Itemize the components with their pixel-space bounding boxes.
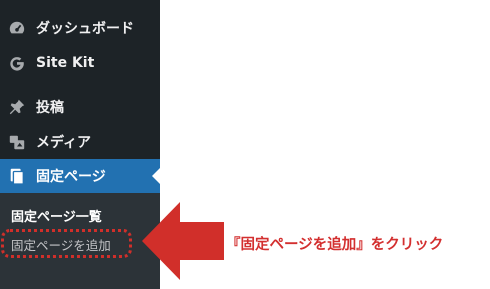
sidebar-item-media[interactable]: メディア — [0, 125, 160, 159]
sidebar-item-posts[interactable]: 投稿 — [0, 90, 160, 124]
dashboard-icon — [7, 18, 27, 38]
sidebar-item-label: メディア — [36, 135, 92, 151]
sidebar-item-label: ダッシュボード — [36, 21, 134, 37]
sidebar-item-label: 投稿 — [36, 100, 64, 116]
submenu-item-all-pages[interactable]: 固定ページ一覧 — [11, 206, 102, 225]
pages-icon — [7, 166, 27, 186]
google-g-icon — [7, 53, 27, 73]
highlight-dotted-box — [1, 229, 132, 258]
sidebar-item-dashboard[interactable]: ダッシュボード — [0, 11, 160, 45]
sidebar-item-pages[interactable]: 固定ページ — [0, 159, 160, 193]
sidebar-item-label: 固定ページ — [36, 169, 106, 185]
pointer-arrow-icon — [142, 202, 224, 280]
sidebar-item-site-kit[interactable]: Site Kit — [0, 46, 160, 80]
sidebar-item-label: Site Kit — [36, 55, 95, 71]
instruction-callout: 『固定ページを追加』をクリック — [226, 237, 444, 253]
media-icon — [7, 132, 27, 152]
active-indicator — [152, 168, 160, 184]
pin-icon — [7, 97, 27, 117]
